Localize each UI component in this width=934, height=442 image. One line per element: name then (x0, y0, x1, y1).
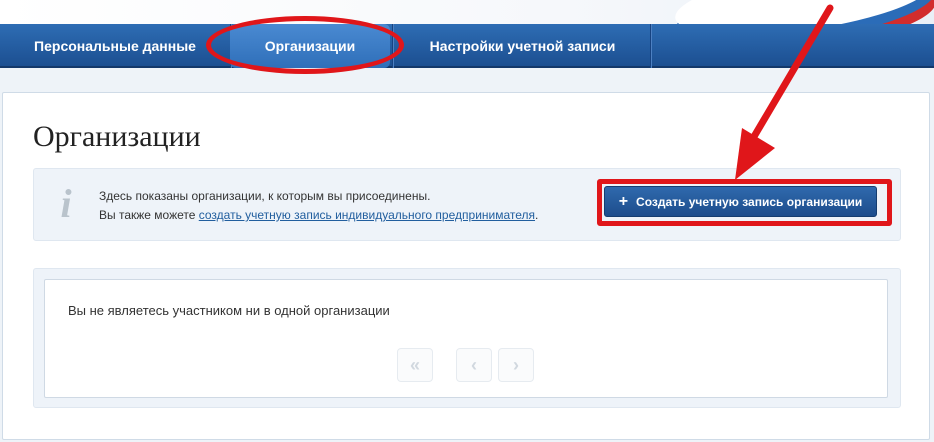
page-title: Организации (33, 120, 201, 153)
pagination-first-button[interactable]: « (397, 348, 433, 382)
top-banner-strip (0, 0, 934, 24)
info-text-line2: Вы также можете создать учетную запись и… (99, 208, 538, 222)
info-text-line1: Здесь показаны организации, к которым вы… (99, 189, 431, 203)
tab-organizations[interactable]: Организации (230, 24, 390, 68)
info-text-suffix: . (535, 208, 539, 222)
info-icon: i (60, 181, 72, 226)
pagination-prev-button[interactable]: ‹ (456, 348, 492, 382)
create-organization-account-button[interactable]: + Создать учетную запись организации (604, 186, 877, 217)
flag-decoration (671, 0, 934, 24)
pagination-next-button[interactable]: › (498, 348, 534, 382)
create-button-label: Создать учетную запись организации (636, 194, 863, 209)
nav-divider (650, 24, 651, 68)
plus-icon: + (618, 192, 629, 210)
info-text-prefix: Вы также можете (99, 208, 199, 222)
top-navigation: Персональные данные Организации Настройк… (0, 24, 934, 68)
create-ip-account-link[interactable]: создать учетную запись индивидуального п… (199, 208, 535, 222)
tab-personal-data[interactable]: Персональные данные (0, 24, 230, 68)
tab-account-settings[interactable]: Настройки учетной записи (395, 24, 650, 68)
nav-divider (392, 24, 393, 68)
empty-list-message: Вы не являетесь участником ни в одной ор… (68, 303, 390, 318)
